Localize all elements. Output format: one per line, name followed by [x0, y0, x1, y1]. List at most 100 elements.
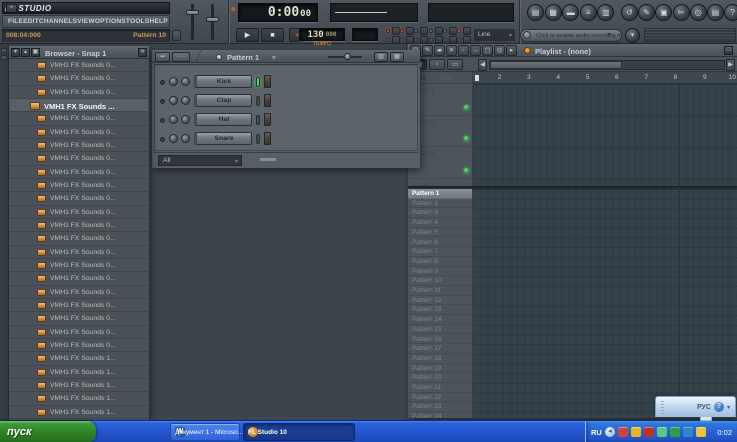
pattern-item[interactable]: Pattern 3	[408, 208, 473, 218]
browser-item[interactable]: VMH1 FX Sounds 0...	[10, 246, 148, 259]
channel-button-snare[interactable]: Snare	[194, 132, 252, 145]
volume-knob[interactable]	[181, 96, 190, 105]
menu-edit[interactable]: EDIT	[23, 18, 39, 25]
browser-item[interactable]: VMH1 FX Sounds 0...	[10, 259, 148, 272]
pattern-item[interactable]: Pattern 24	[408, 412, 473, 418]
messenger-tray-icon[interactable]	[657, 427, 667, 437]
channel-select-led[interactable]	[160, 80, 165, 85]
browser-item[interactable]: VMH1 FX Sounds 0...	[10, 312, 148, 325]
undo-button[interactable]: ↺	[621, 4, 638, 21]
channel-mute-led[interactable]	[256, 115, 260, 125]
browser-item[interactable]: VMH1 FX Sounds 0...	[10, 59, 148, 72]
pattern-item[interactable]: Pattern 10	[408, 276, 473, 286]
track-led[interactable]	[464, 105, 469, 110]
dock-handle[interactable]	[1, 48, 7, 53]
track-row[interactable]: Track 4	[408, 179, 473, 187]
close-button[interactable]: ×	[6, 4, 17, 13]
hscrollbar-thumb[interactable]	[490, 61, 622, 69]
alert-tray-icon[interactable]	[644, 427, 654, 437]
recording-filter-combo[interactable]: Click to enable audio recording mode	[520, 29, 622, 42]
browser-item[interactable]: VMH1 FX Sounds 0...	[10, 112, 148, 125]
pattern-item[interactable]: Pattern 12	[408, 296, 473, 306]
menu-channels[interactable]: CHANNELS	[39, 18, 77, 25]
pattern-item[interactable]: Pattern 18	[408, 354, 473, 364]
browser-item[interactable]: VMH1 FX Sounds 0...	[10, 152, 148, 165]
scroll-right-icon[interactable]: ▶	[726, 59, 735, 71]
zoom-button[interactable]: ◎	[690, 4, 707, 21]
cut-button[interactable]: ✂	[673, 4, 690, 21]
pattern-selector-display[interactable]	[352, 28, 378, 41]
security-alert-tray-icon[interactable]	[631, 427, 641, 437]
browser-item[interactable]: VMH1 FX Sounds 0...	[10, 72, 148, 85]
left-dock-strip[interactable]	[0, 44, 9, 420]
pattern-item[interactable]: Pattern 21	[408, 383, 473, 393]
global-snap-select[interactable]: Line ▾	[474, 29, 515, 41]
browser-item[interactable]: VMH1 FX Sounds 0...	[10, 166, 148, 179]
browser-item[interactable]: VMH1 FX Sounds 0...	[10, 206, 148, 219]
typing-to-piano-button[interactable]: ✎	[638, 4, 655, 21]
pattern-item[interactable]: Pattern 16	[408, 335, 473, 345]
status-tray-icon[interactable]	[670, 427, 680, 437]
pattern-item[interactable]: Pattern 19	[408, 364, 473, 374]
channel-select-led[interactable]	[160, 99, 165, 104]
browser-item[interactable]: VMH1 FX Sounds 1...	[10, 352, 148, 365]
menu-view[interactable]: VIEW	[77, 18, 95, 25]
start-button[interactable]: пуск	[0, 421, 96, 442]
play-button[interactable]: ▶	[236, 28, 259, 42]
task-button-fl-studio[interactable]: FL Studio 10	[243, 423, 355, 441]
browser-item[interactable]: VMH1 FX Sounds 0...	[10, 272, 148, 285]
multilink-toggle[interactable]	[386, 36, 400, 45]
browser-collapse-button[interactable]: ▾	[11, 48, 20, 57]
browser-close-button[interactable]: ✕	[138, 48, 147, 57]
playlist-window-button[interactable]: ▤	[527, 4, 544, 21]
channel-select-led[interactable]	[160, 137, 165, 142]
browser-item[interactable]: VMH1 FX Sounds 0...	[10, 232, 148, 245]
pattern-item[interactable]: Pattern 9	[408, 267, 473, 277]
browser-item[interactable]: VMH1 FX Sounds 0...	[10, 86, 148, 99]
save-button[interactable]: ▣	[655, 4, 672, 21]
channel-button-clap[interactable]: Clap	[194, 94, 252, 107]
wait-for-input-toggle[interactable]	[414, 27, 428, 36]
browser-item[interactable]: VMH1 FX Sounds 0...	[10, 299, 148, 312]
swing-slider-thumb[interactable]	[344, 53, 351, 60]
mixer-window-button[interactable]: ▥	[597, 4, 614, 21]
channel-select-led[interactable]	[160, 118, 165, 123]
menu-help[interactable]: HELP	[149, 18, 167, 25]
slip-icon[interactable]: ↔	[470, 45, 481, 56]
pencil-icon[interactable]: ✎	[422, 45, 433, 56]
pattern-item[interactable]: Pattern 1	[408, 189, 473, 199]
browser-item[interactable]: VMH1 FX Sounds 0...	[10, 126, 148, 139]
channel-mute-led[interactable]	[256, 96, 260, 106]
pattern-item[interactable]: Pattern 22	[408, 393, 473, 403]
rack-swing-buttons[interactable]: ····	[172, 52, 190, 62]
recording-countdown-toggle[interactable]	[400, 27, 414, 36]
pattern-item[interactable]: Pattern 13	[408, 305, 473, 315]
playlist-hscrollbar[interactable]	[489, 60, 725, 70]
browser-item[interactable]: VMH1 FX Sounds 1...	[10, 406, 148, 419]
browser-window[interactable]: ▾ ▴ ▣ Browser - Snap 1 ✕ VMH1 FX Sounds …	[9, 46, 149, 420]
pan-knob[interactable]	[169, 96, 178, 105]
loop-record-toggle[interactable]	[457, 27, 471, 36]
piano-roll-window-button[interactable]: ▬	[562, 4, 579, 21]
master-pitch-thumb[interactable]	[206, 17, 219, 22]
app-title-bar[interactable]: FL STUDIO – □ ×	[2, 2, 170, 14]
task-button-word[interactable]: WДокумент 1 - Microso...	[170, 423, 240, 441]
browser-item[interactable]: VMH1 FX Sounds 0...	[10, 326, 148, 339]
blend-recording-toggle[interactable]	[429, 27, 443, 36]
drag-handle-icon[interactable]	[661, 401, 664, 414]
step-cell[interactable]	[264, 75, 271, 88]
network-tray-icon[interactable]	[683, 427, 693, 437]
hide-tray-icons-icon[interactable]: ◂	[605, 427, 615, 437]
automation-picker-tab[interactable]: ▭	[447, 59, 463, 70]
volume-knob[interactable]	[181, 77, 190, 86]
pattern-item[interactable]: Pattern 4	[408, 218, 473, 228]
help-icon[interactable]: ?	[714, 402, 724, 412]
menu-options[interactable]: OPTIONS	[95, 18, 126, 25]
menu-file[interactable]: FILE	[8, 18, 23, 25]
language-bar[interactable]: РУС ? ▾	[655, 396, 736, 417]
track-led[interactable]	[464, 136, 469, 141]
graph-editor-button[interactable]: ▥	[374, 52, 388, 62]
pan-knob[interactable]	[169, 115, 178, 124]
channel-button-hat[interactable]: Hat	[194, 113, 252, 126]
rack-menu-button[interactable]: ▪▪	[155, 52, 170, 62]
